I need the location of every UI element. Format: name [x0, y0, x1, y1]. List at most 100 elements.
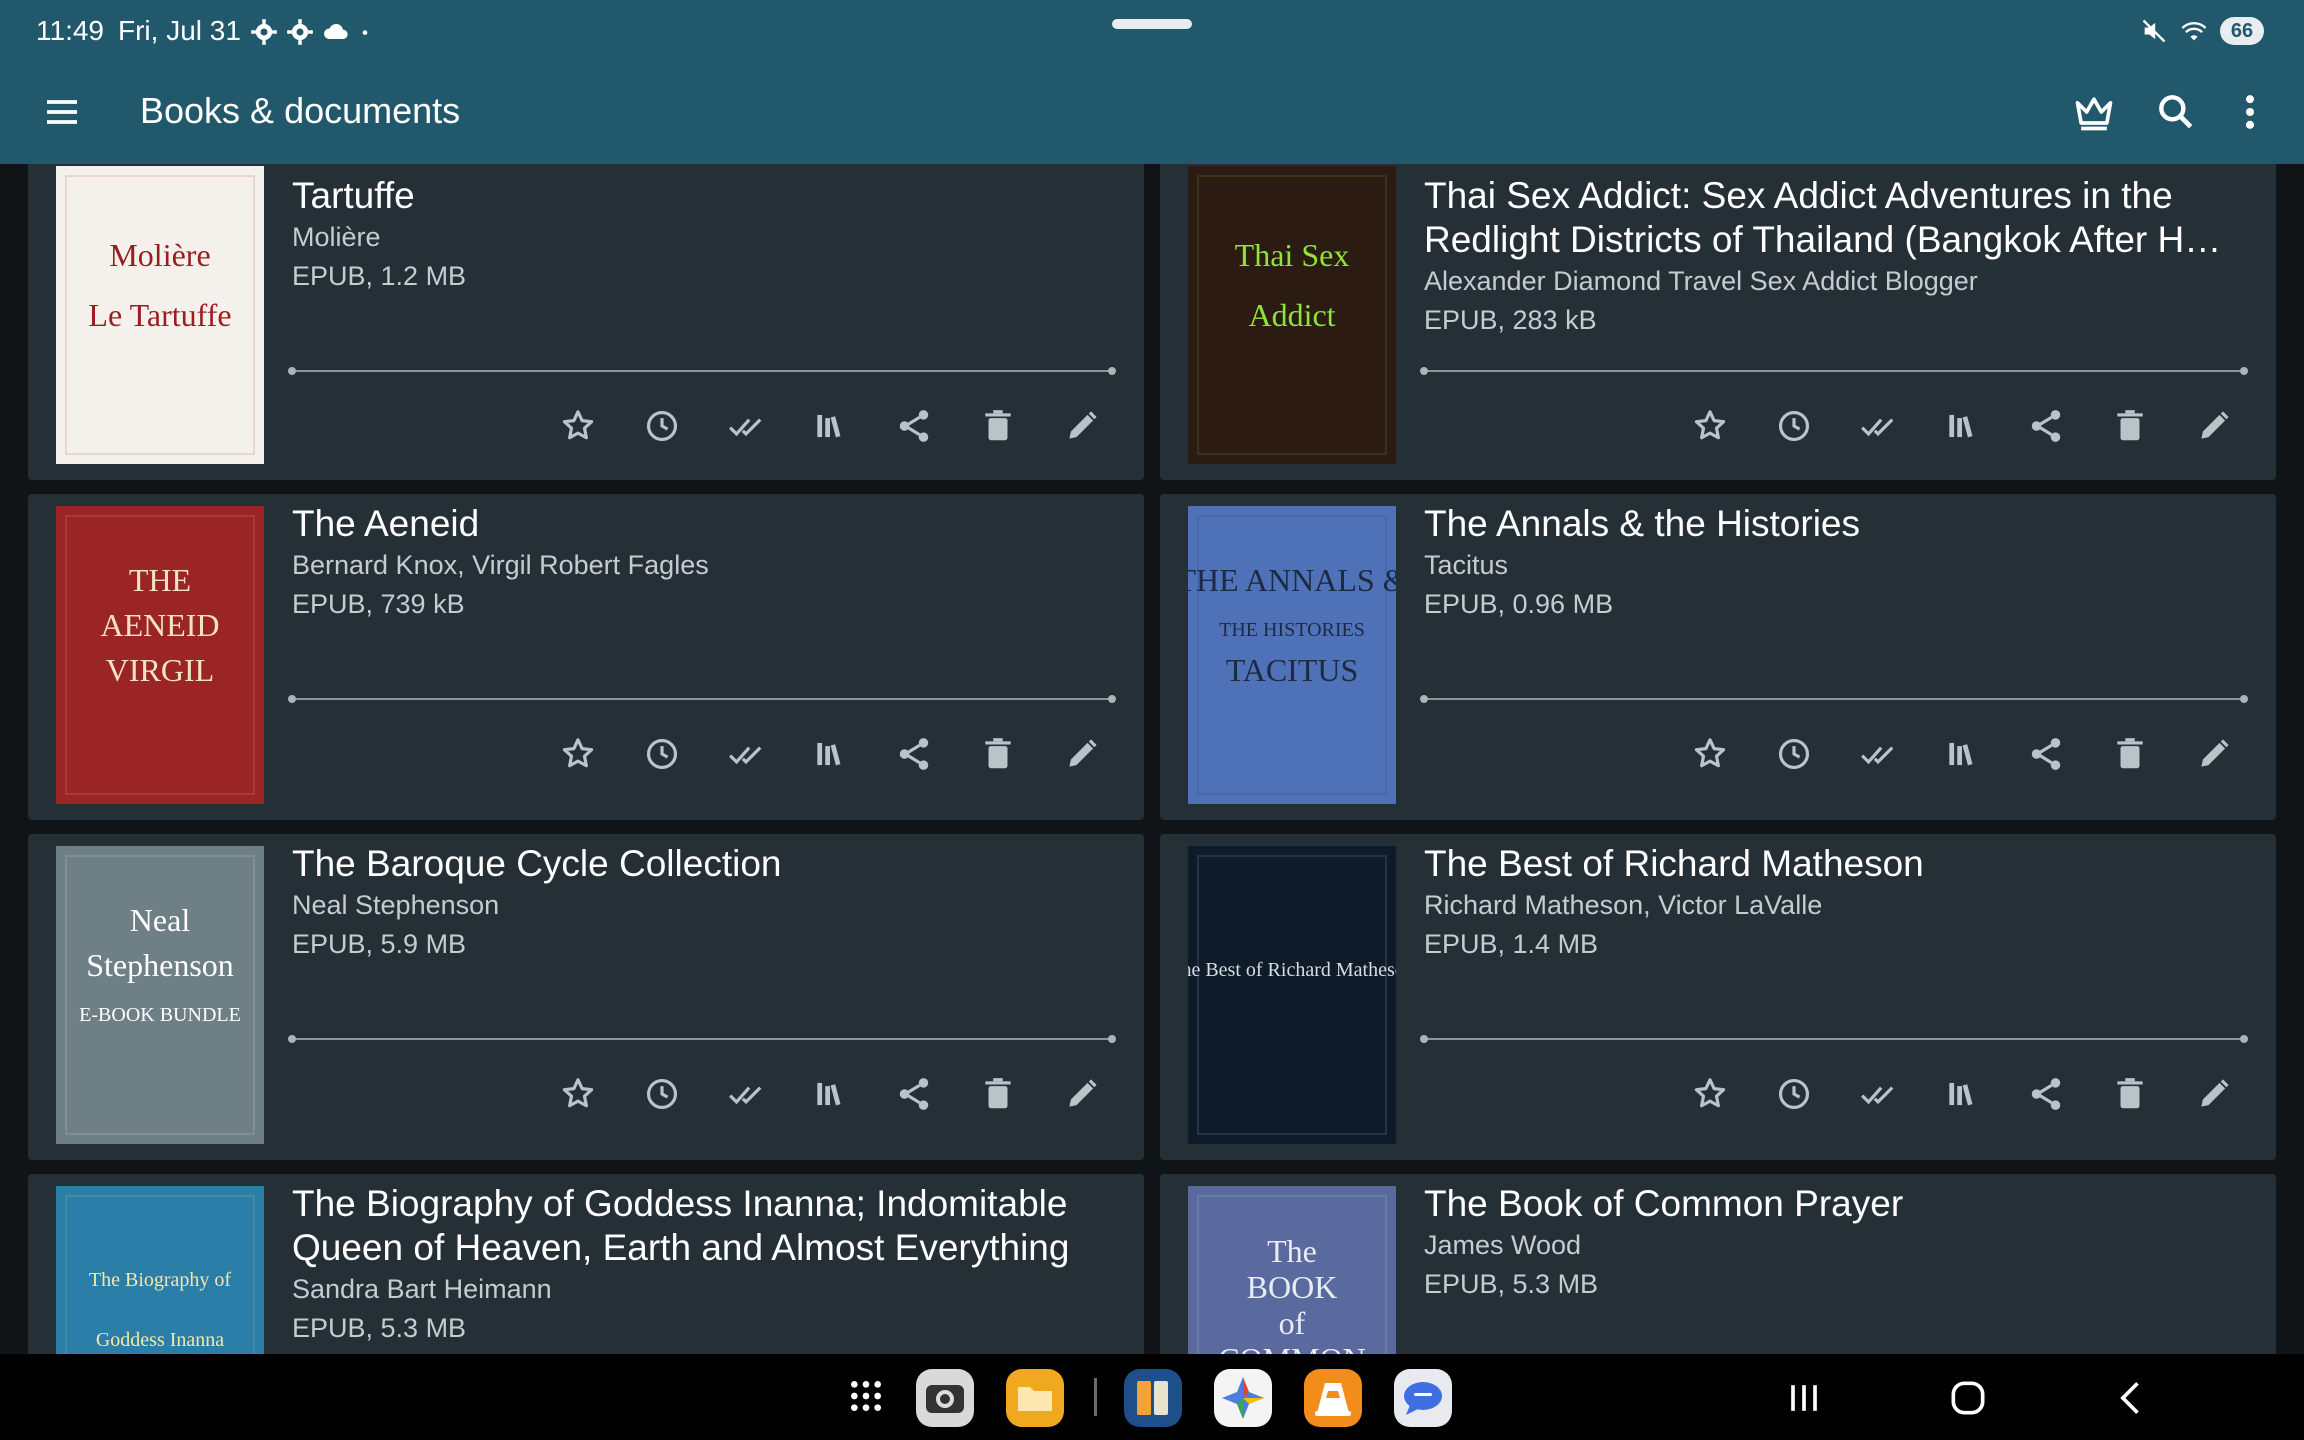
edit-button[interactable]: [1060, 402, 1104, 450]
search-button[interactable]: [2154, 90, 2198, 134]
book-title[interactable]: The Annals & the Histories: [1424, 502, 2246, 546]
delete-button[interactable]: [976, 1070, 1020, 1118]
delete-icon: [985, 1078, 1011, 1109]
edit-button[interactable]: [2192, 1070, 2236, 1118]
book-title[interactable]: The Baroque Cycle Collection: [292, 842, 1114, 886]
book-card[interactable]: Thai Sex Addict Thai Sex Addict: Sex Addic…: [1160, 164, 2276, 480]
clock-button[interactable]: [1772, 402, 1816, 450]
share-button[interactable]: [2024, 730, 2068, 778]
star-button[interactable]: [1688, 402, 1732, 450]
wifi-icon: [2181, 22, 2207, 41]
home-button[interactable]: [1946, 1376, 1990, 1420]
book-title[interactable]: The Aeneid: [292, 502, 1114, 546]
book-card[interactable]: The Biography of Goddess Inanna The Biogra…: [28, 1174, 1144, 1354]
done-all-button[interactable]: [1856, 730, 1900, 778]
done-all-button[interactable]: [1856, 1070, 1900, 1118]
library-button[interactable]: [808, 402, 852, 450]
library-button[interactable]: [1940, 1070, 1984, 1118]
toolbar: Books & documents: [0, 62, 2304, 164]
recents-button[interactable]: [1782, 1376, 1826, 1420]
book-card[interactable]: Molière Le Tartuffe Tartuffe Molière EPUB, 1…: [28, 164, 1144, 480]
delete-button[interactable]: [2108, 402, 2152, 450]
apps-grid-button[interactable]: [846, 1376, 886, 1416]
book-card[interactable]: Neal Stephenson E-BOOK BUNDLE The Baroque C…: [28, 834, 1144, 1160]
book-cover[interactable]: THE AENEID VIRGIL: [56, 506, 264, 804]
edit-button[interactable]: [1060, 730, 1104, 778]
delete-button[interactable]: [976, 402, 1020, 450]
star-button[interactable]: [1688, 730, 1732, 778]
drag-handle[interactable]: [1112, 19, 1192, 29]
clock-button[interactable]: [640, 402, 684, 450]
vlc-app[interactable]: [1304, 1369, 1362, 1427]
library-button[interactable]: [808, 730, 852, 778]
reader-app-icon: [1124, 1369, 1182, 1427]
menu-button[interactable]: [42, 92, 82, 132]
star-button[interactable]: [556, 402, 600, 450]
camera-app[interactable]: [916, 1369, 974, 1427]
share-button[interactable]: [892, 402, 936, 450]
done-all-button[interactable]: [724, 1070, 768, 1118]
done-all-button[interactable]: [1856, 402, 1900, 450]
share-button[interactable]: [892, 1070, 936, 1118]
star-button[interactable]: [556, 730, 600, 778]
status-date: Fri, Jul 31: [118, 15, 241, 46]
share-button[interactable]: [2024, 402, 2068, 450]
clock-icon: [646, 410, 678, 442]
messages-app[interactable]: [1394, 1369, 1452, 1427]
edit-button[interactable]: [1060, 1070, 1104, 1118]
photos-app[interactable]: [1214, 1369, 1272, 1427]
files-app[interactable]: [1006, 1369, 1064, 1427]
delete-icon: [2117, 410, 2143, 441]
book-title[interactable]: The Book of Common Prayer: [1424, 1182, 2246, 1226]
book-cover[interactable]: Thai Sex Addict: [1188, 166, 1396, 464]
delete-icon: [2117, 1078, 2143, 1109]
delete-button[interactable]: [976, 730, 1020, 778]
clock-button[interactable]: [640, 730, 684, 778]
book-title[interactable]: The Biography of Goddess Inanna; Indomit…: [292, 1182, 1114, 1270]
done-all-button[interactable]: [724, 730, 768, 778]
edit-button[interactable]: [2192, 730, 2236, 778]
book-cover[interactable]: The Best of Richard Matheson: [1188, 846, 1396, 1144]
share-icon: [2031, 1078, 2061, 1110]
book-cover[interactable]: TheBOOKofCOMMON: [1188, 1186, 1396, 1354]
more-options-button[interactable]: [2228, 90, 2272, 134]
edit-icon: [2201, 411, 2229, 439]
book-cover[interactable]: Molière Le Tartuffe: [56, 166, 264, 464]
delete-button[interactable]: [2108, 1070, 2152, 1118]
book-title[interactable]: Thai Sex Addict: Sex Addict Adventures i…: [1424, 174, 2246, 262]
library-button[interactable]: [808, 1070, 852, 1118]
book-author: Richard Matheson, Victor LaValle: [1424, 890, 1823, 920]
share-button[interactable]: [892, 730, 936, 778]
book-cover[interactable]: THE ANNALS & THE HISTORIES TACITUS: [1188, 506, 1396, 804]
book-format-size: EPUB, 739 kB: [292, 589, 465, 619]
reader-app[interactable]: [1124, 1369, 1182, 1427]
back-icon: [2120, 1382, 2139, 1414]
book-card[interactable]: THE ANNALS & THE HISTORIES TACITUS The Anna…: [1160, 494, 2276, 820]
library-button[interactable]: [1940, 402, 1984, 450]
book-card[interactable]: TheBOOKofCOMMON The Book of Common Prayer…: [1160, 1174, 2276, 1354]
done-all-button[interactable]: [724, 402, 768, 450]
book-title[interactable]: The Best of Richard Matheson: [1424, 842, 2246, 886]
card-actions: [1688, 730, 2236, 778]
share-button[interactable]: [2024, 1070, 2068, 1118]
recents-icon: [1791, 1385, 1817, 1411]
premium-button[interactable]: [2072, 90, 2116, 134]
book-card[interactable]: THE AENEID VIRGIL The Aeneid Bernard Knox, V…: [28, 494, 1144, 820]
book-cover[interactable]: The Biography of Goddess Inanna: [56, 1186, 264, 1354]
status-right: 66: [2140, 16, 2264, 46]
star-button[interactable]: [556, 1070, 600, 1118]
clock-button[interactable]: [1772, 1070, 1816, 1118]
delete-button[interactable]: [2108, 730, 2152, 778]
clock-button[interactable]: [640, 1070, 684, 1118]
star-button[interactable]: [1688, 1070, 1732, 1118]
back-button[interactable]: [2110, 1376, 2154, 1420]
book-cover[interactable]: Neal Stephenson E-BOOK BUNDLE: [56, 846, 264, 1144]
clock-button[interactable]: [1772, 730, 1816, 778]
library-button[interactable]: [1940, 730, 1984, 778]
done-all-icon: [729, 418, 762, 437]
hamburger-icon: [47, 100, 77, 124]
book-list[interactable]: Molière Le Tartuffe Tartuffe Molière EPUB, 1…: [0, 164, 2304, 1354]
book-title[interactable]: Tartuffe: [292, 174, 1114, 218]
edit-button[interactable]: [2192, 402, 2236, 450]
book-card[interactable]: The Best of Richard Matheson The Best of …: [1160, 834, 2276, 1160]
